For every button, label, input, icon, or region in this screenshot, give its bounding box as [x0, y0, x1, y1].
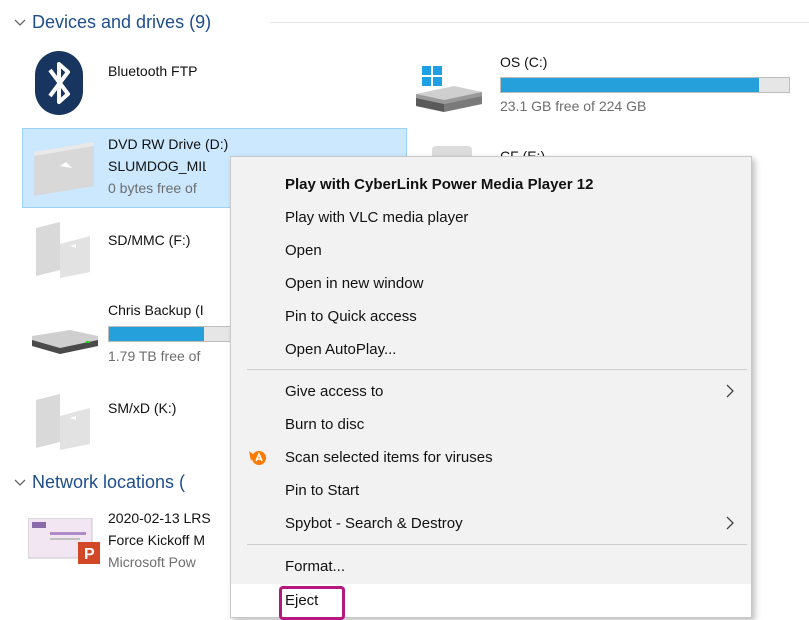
group-title: Network locations ( — [32, 471, 186, 492]
menu-item-label: Play with VLC media player — [285, 209, 469, 226]
menu-item-label: Open in new window — [285, 275, 424, 292]
drive-free-space: 23.1 GB free of 224 GB — [500, 98, 647, 114]
menu-item-play-vlc[interactable]: Play with VLC media player — [231, 201, 751, 234]
eject-highlight-box — [279, 586, 345, 620]
menu-item-pin-quick-access[interactable]: Pin to Quick access — [231, 300, 751, 333]
volume-label: SLUMDOG_MIL — [108, 158, 206, 174]
menu-separator — [247, 544, 747, 545]
windows-drive-icon — [416, 66, 482, 112]
drive-free-space: 0 bytes free of — [108, 180, 197, 196]
menu-item-label: Format... — [285, 558, 346, 575]
menu-item-spybot[interactable]: Spybot - Search & Destroy — [231, 507, 751, 540]
card-reader-icon — [36, 222, 90, 278]
dvd-drive-icon — [34, 142, 94, 196]
drive-tile-backup[interactable]: Chris Backup (I 1.79 TB free of — [22, 292, 232, 376]
menu-item-label: Open AutoPlay... — [285, 341, 397, 358]
menu-item-pin-to-start[interactable]: Pin to Start — [231, 474, 751, 507]
drive-name: SM/xD (K:) — [108, 400, 177, 416]
menu-item-burn-to-disc[interactable]: Burn to disc — [231, 408, 751, 441]
capacity-bar — [108, 326, 232, 342]
menu-item-give-access[interactable]: Give access to — [231, 375, 751, 408]
network-group-header[interactable]: Network locations ( — [12, 470, 185, 494]
context-menu: Play with CyberLink Power Media Player 1… — [230, 156, 752, 620]
network-item[interactable]: P 2020-02-13 LRS Force Kickoff M Microso… — [22, 508, 232, 578]
drive-name: SD/MMC (F:) — [108, 232, 191, 248]
capacity-fill — [501, 78, 760, 92]
group-divider — [270, 22, 809, 23]
menu-separator — [247, 369, 747, 370]
menu-item-label: Spybot - Search & Destroy — [285, 515, 463, 532]
menu-item-label: Play with CyberLink Power Media Player 1… — [285, 176, 594, 193]
drive-tile-smxd[interactable]: SM/xD (K:) — [22, 384, 232, 454]
avast-icon — [249, 451, 266, 465]
menu-item-label: Pin to Start — [285, 482, 360, 499]
item-title-line1: 2020-02-13 LRS — [108, 510, 211, 526]
drive-name: Bluetooth FTP — [108, 63, 198, 79]
menu-item-label: Scan selected items for viruses — [285, 449, 493, 466]
menu-item-open-new-window[interactable]: Open in new window — [231, 267, 751, 300]
chevron-right-icon — [726, 384, 734, 398]
devices-group-header[interactable]: Devices and drives (9) — [12, 10, 211, 34]
menu-item-label: Give access to — [285, 383, 384, 400]
capacity-fill — [109, 327, 205, 341]
drive-free-space: 1.79 TB free of — [108, 348, 201, 364]
capacity-bar — [500, 77, 790, 93]
menu-item-open[interactable]: Open — [231, 234, 751, 267]
chevron-down-icon[interactable] — [12, 474, 28, 490]
group-title: Devices and drives (9) — [32, 11, 212, 32]
drive-tile-os[interactable]: OS (C:) 23.1 GB free of 224 GB — [410, 48, 800, 118]
thumbnail-letter: P — [84, 546, 95, 563]
item-type: Microsoft Pow — [108, 554, 196, 570]
drive-tile-sdmmc[interactable]: SD/MMC (F:) — [22, 212, 242, 282]
menu-item-scan-viruses[interactable]: Scan selected items for viruses — [231, 441, 751, 474]
hard-drive-icon — [32, 330, 98, 354]
chevron-down-icon[interactable] — [12, 14, 28, 30]
item-title-line2: Force Kickoff M — [108, 532, 205, 548]
chevron-right-icon — [726, 516, 734, 530]
drive-name: OS (C:) — [500, 54, 548, 70]
menu-item-label: Burn to disc — [285, 416, 365, 433]
drive-name: Chris Backup (I — [108, 302, 204, 318]
menu-item-label: Open — [285, 242, 322, 259]
card-reader-icon — [36, 394, 90, 450]
drive-tile-bluetooth[interactable]: Bluetooth FTP — [22, 48, 402, 118]
menu-item-play-cyberlink[interactable]: Play with CyberLink Power Media Player 1… — [231, 168, 751, 201]
menu-item-format[interactable]: Format... — [231, 550, 751, 583]
menu-item-open-autoplay[interactable]: Open AutoPlay... — [231, 333, 751, 366]
powerpoint-file-icon: P — [28, 518, 100, 564]
bluetooth-icon — [35, 51, 83, 115]
drive-name: DVD RW Drive (D:) — [108, 136, 229, 152]
menu-item-label: Pin to Quick access — [285, 308, 417, 325]
